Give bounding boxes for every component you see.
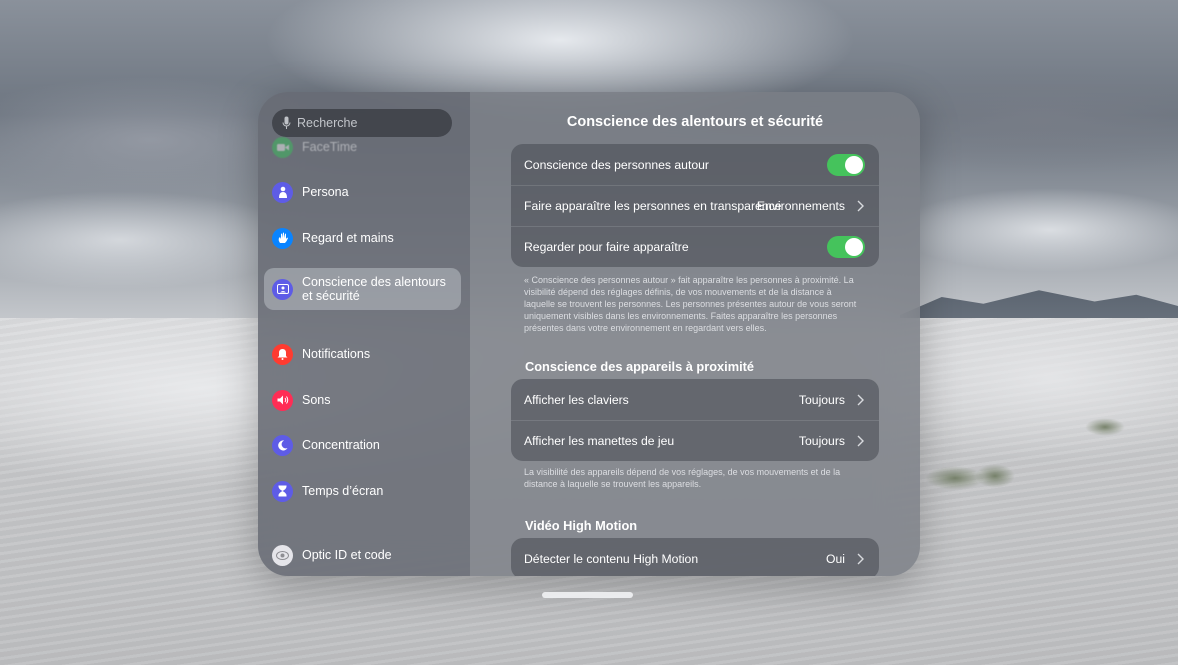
facetime-icon bbox=[272, 136, 293, 158]
value-text: Oui bbox=[826, 551, 845, 566]
high-motion-group: Détecter le contenu High Motion Oui bbox=[511, 538, 879, 576]
toggle-knob bbox=[845, 238, 863, 256]
persona-icon bbox=[272, 181, 293, 203]
detect-high-motion-row[interactable]: Détecter le contenu High Motion Oui bbox=[511, 538, 879, 576]
people-awareness-footnote: « Conscience des personnes autour » fait… bbox=[524, 275, 857, 333]
sidebar-item-label: Sons bbox=[302, 393, 331, 407]
sidebar-item-notifications[interactable]: Notifications bbox=[264, 333, 461, 375]
bush-decoration bbox=[1085, 418, 1125, 436]
sidebar-item-label: Optic ID et code bbox=[302, 548, 392, 562]
value-text: Toujours bbox=[798, 434, 845, 448]
chevron-right-icon bbox=[857, 200, 864, 212]
look-to-reveal-toggle[interactable] bbox=[827, 236, 865, 258]
sidebar-item-label: Conscience des alentours et sécurité bbox=[302, 275, 446, 303]
optic-id-icon bbox=[272, 544, 293, 566]
show-keyboards-label: Afficher les claviers bbox=[524, 392, 629, 407]
passthrough-row[interactable]: Faire apparaître les personnes en transp… bbox=[511, 185, 879, 226]
detect-high-motion-value: Oui bbox=[826, 552, 865, 566]
sidebar-item-persona[interactable]: Persona bbox=[264, 171, 461, 213]
chevron-right-icon bbox=[857, 435, 864, 447]
sidebar-item-label: Persona bbox=[302, 185, 349, 199]
bell-icon bbox=[272, 343, 293, 365]
window-grab-bar[interactable] bbox=[542, 592, 633, 598]
toggle-knob bbox=[845, 155, 863, 174]
people-awareness-group: Conscience des personnes autour Faire ap… bbox=[511, 144, 879, 267]
bush-decoration bbox=[975, 464, 1015, 488]
sidebar-item-surroundings-safety[interactable]: Conscience des alentours et sécurité bbox=[264, 268, 461, 310]
chevron-right-icon bbox=[857, 394, 864, 405]
people-awareness-toggle[interactable] bbox=[827, 153, 865, 176]
people-awareness-row[interactable]: Conscience des personnes autour bbox=[511, 144, 879, 185]
passthrough-label: Faire apparaître les personnes en transp… bbox=[524, 199, 782, 213]
show-controllers-label: Afficher les manettes de jeu bbox=[524, 434, 675, 448]
show-keyboards-value: Toujours bbox=[799, 393, 865, 407]
hourglass-icon bbox=[272, 480, 293, 502]
sidebar-item-label: Notifications bbox=[302, 347, 371, 361]
high-motion-section-title: Vidéo High Motion bbox=[525, 518, 638, 533]
sidebar-item-label: Concentration bbox=[302, 438, 380, 452]
people-awareness-label: Conscience des personnes autour bbox=[524, 157, 709, 172]
show-controllers-value: Toujours bbox=[799, 434, 865, 448]
sidebar-item-screen-time[interactable]: Temps d’écran bbox=[264, 470, 461, 512]
sidebar-item-label: Temps d’écran bbox=[302, 484, 384, 498]
hand-icon bbox=[272, 227, 293, 249]
surroundings-icon bbox=[272, 278, 293, 300]
show-controllers-row[interactable]: Afficher les manettes de jeu Toujours bbox=[511, 420, 879, 461]
settings-window: FaceTime Persona Regard et mains Conscie… bbox=[258, 92, 920, 576]
speaker-icon bbox=[272, 389, 293, 411]
look-to-reveal-row[interactable]: Regarder pour faire apparaître bbox=[511, 226, 879, 267]
sidebar-item-sounds[interactable]: Sons bbox=[264, 379, 461, 421]
page-title: Conscience des alentours et sécurité bbox=[566, 114, 824, 130]
chevron-right-icon bbox=[857, 553, 864, 564]
sidebar-item-focus[interactable]: Concentration bbox=[264, 424, 461, 466]
look-to-reveal-label: Regarder pour faire apparaître bbox=[524, 240, 689, 254]
nearby-devices-footnote: La visibilité des appareils dépend de vo… bbox=[524, 467, 841, 489]
sidebar: FaceTime Persona Regard et mains Conscie… bbox=[258, 92, 470, 576]
sidebar-item-optic-id[interactable]: Optic ID et code bbox=[264, 534, 461, 576]
nearby-devices-group: Afficher les claviers Toujours Afficher … bbox=[511, 379, 879, 461]
detail-pane: Conscience des alentours et sécurité Con… bbox=[470, 92, 920, 576]
nearby-devices-section-title: Conscience des appareils à proximité bbox=[525, 359, 755, 374]
value-text: Toujours bbox=[798, 392, 845, 407]
moon-icon bbox=[272, 434, 293, 456]
detect-high-motion-label: Détecter le contenu High Motion bbox=[524, 551, 699, 566]
passthrough-value: Environnements bbox=[756, 199, 845, 213]
sidebar-item-label: FaceTime bbox=[302, 140, 358, 154]
sidebar-item-facetime[interactable]: FaceTime bbox=[264, 126, 461, 168]
sidebar-item-label: Regard et mains bbox=[302, 231, 394, 245]
show-keyboards-row[interactable]: Afficher les claviers Toujours bbox=[511, 379, 879, 420]
sidebar-item-eyes-hands[interactable]: Regard et mains bbox=[264, 217, 461, 259]
